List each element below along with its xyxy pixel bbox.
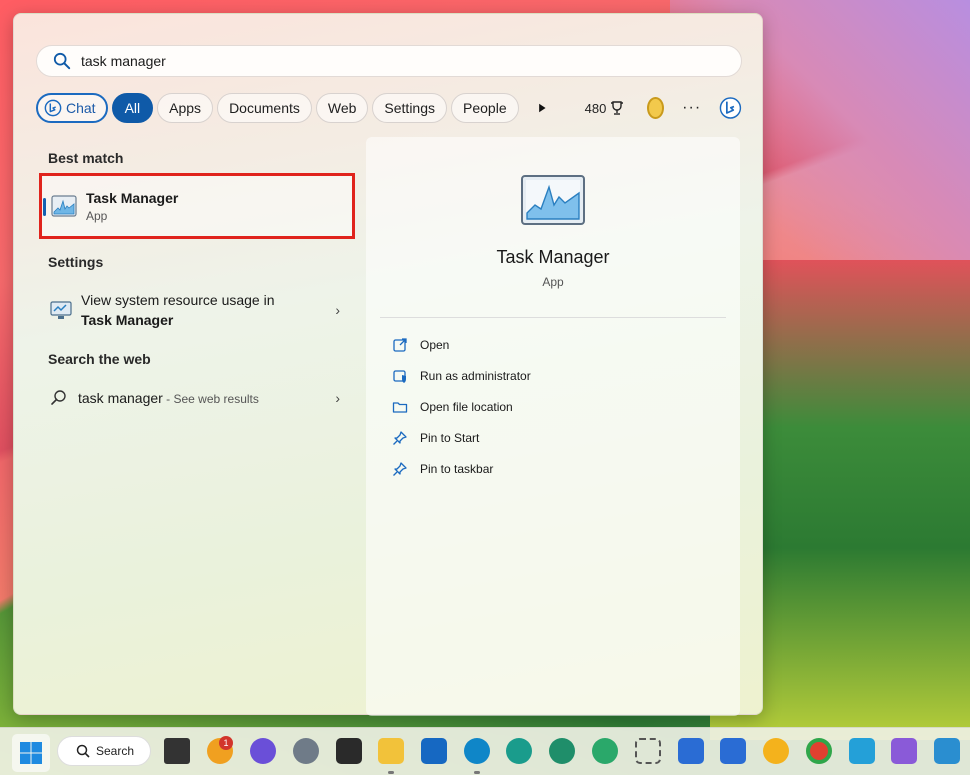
search-box[interactable] (36, 45, 742, 77)
chrome-icon[interactable] (806, 738, 832, 764)
preview-pane: Task Manager App Open Run as administrat… (366, 137, 740, 716)
pin-icon (393, 462, 407, 476)
filter-people[interactable]: People (451, 93, 519, 123)
settings-result-line2: Task Manager (81, 312, 174, 328)
preview-type: App (542, 275, 564, 289)
taskbar-search-label: Search (96, 744, 135, 758)
task-manager-large-icon (521, 175, 585, 225)
more-filters-arrow-icon[interactable] (537, 101, 547, 115)
task-manager-icon (51, 195, 77, 217)
user-avatar[interactable] (647, 97, 665, 119)
more-options-icon[interactable]: ··· (682, 99, 701, 117)
bing-chat-icon (44, 99, 62, 117)
web-result-task-manager[interactable]: task manager - See web results › (50, 389, 340, 407)
microsoft-store-icon[interactable] (720, 738, 746, 764)
settings-result-line1: View system resource usage in (81, 292, 275, 308)
snipping-tool-icon[interactable] (635, 738, 661, 764)
preview-divider (380, 317, 726, 318)
action-open-label: Open (420, 338, 450, 352)
edge-beta-icon[interactable] (506, 738, 532, 764)
edge-canary-icon[interactable] (592, 738, 618, 764)
selection-indicator (43, 198, 46, 216)
bing-icon[interactable] (719, 92, 742, 124)
visual-studio-icon[interactable] (891, 738, 917, 764)
photos-icon[interactable] (849, 738, 875, 764)
best-match-title: Task Manager (86, 189, 179, 206)
start-button[interactable] (12, 734, 50, 772)
best-match-heading: Best match (48, 150, 124, 166)
chat-label: Chat (66, 100, 96, 116)
filter-documents[interactable]: Documents (217, 93, 312, 123)
action-open[interactable]: Open (392, 337, 449, 353)
best-match-task-manager[interactable]: Task Manager App (39, 173, 355, 239)
action-open-file-location-label: Open file location (420, 400, 513, 414)
outlook-icon[interactable] (421, 738, 447, 764)
edge-dev-icon[interactable] (549, 738, 575, 764)
file-explorer-icon[interactable] (378, 738, 404, 764)
search-icon (53, 52, 71, 70)
preview-title: Task Manager (496, 247, 610, 267)
action-pin-to-start[interactable]: Pin to Start (392, 430, 479, 446)
pin-icon (393, 431, 407, 445)
web-search-icon (51, 390, 66, 405)
chevron-right-icon: › (335, 302, 340, 318)
task-view-icon[interactable] (164, 738, 190, 764)
teams-chat-icon[interactable] (250, 738, 276, 764)
search-input[interactable] (81, 53, 681, 69)
taskbar: Search 1 (0, 727, 970, 775)
folder-icon (392, 402, 408, 413)
rewards-points-value: 480 (584, 100, 607, 116)
filter-settings[interactable]: Settings (372, 93, 448, 123)
settings-result-resource-usage[interactable]: View system resource usage in Task Manag… (50, 290, 340, 330)
rewards-points[interactable]: 480 (585, 100, 626, 116)
action-run-as-admin[interactable]: Run as administrator (392, 368, 531, 384)
search-web-heading: Search the web (48, 351, 151, 367)
open-external-icon (393, 338, 407, 352)
action-open-file-location[interactable]: Open file location (392, 399, 513, 415)
best-match-type: App (86, 208, 108, 223)
terminal-icon[interactable] (336, 738, 362, 764)
action-run-as-admin-label: Run as administrator (420, 369, 531, 383)
settings-gear-icon[interactable] (293, 738, 319, 764)
filter-web[interactable]: Web (315, 93, 369, 123)
chrome-canary-icon[interactable] (763, 738, 789, 764)
admin-shield-icon (393, 370, 406, 383)
filter-apps[interactable]: Apps (157, 93, 214, 123)
taskbar-search[interactable]: Search (57, 736, 151, 766)
web-suffix: - See web results (162, 392, 259, 406)
action-pin-to-taskbar[interactable]: Pin to taskbar (392, 461, 493, 477)
system-monitor-icon (50, 301, 72, 319)
filter-all[interactable]: All (111, 93, 154, 123)
settings-heading: Settings (48, 254, 104, 270)
dev-home-icon[interactable] (934, 738, 960, 764)
running-indicator (474, 771, 480, 774)
action-pin-to-taskbar-label: Pin to taskbar (420, 462, 494, 476)
chat-filter-button[interactable]: Chat (36, 93, 108, 123)
trophy-icon (611, 101, 624, 115)
edge-icon[interactable] (464, 738, 490, 764)
notepad-icon[interactable] (678, 738, 704, 764)
web-query: task manager (78, 390, 163, 406)
search-icon (76, 744, 90, 758)
notification-badge: 1 (219, 736, 233, 750)
action-pin-to-start-label: Pin to Start (420, 431, 480, 445)
filter-bar: Chat All Apps Documents Web Settings Peo… (36, 92, 742, 124)
chevron-right-icon: › (335, 390, 340, 406)
start-search-panel: Chat All Apps Documents Web Settings Peo… (13, 13, 763, 716)
running-indicator (388, 771, 394, 774)
windows-logo-icon (20, 742, 42, 764)
